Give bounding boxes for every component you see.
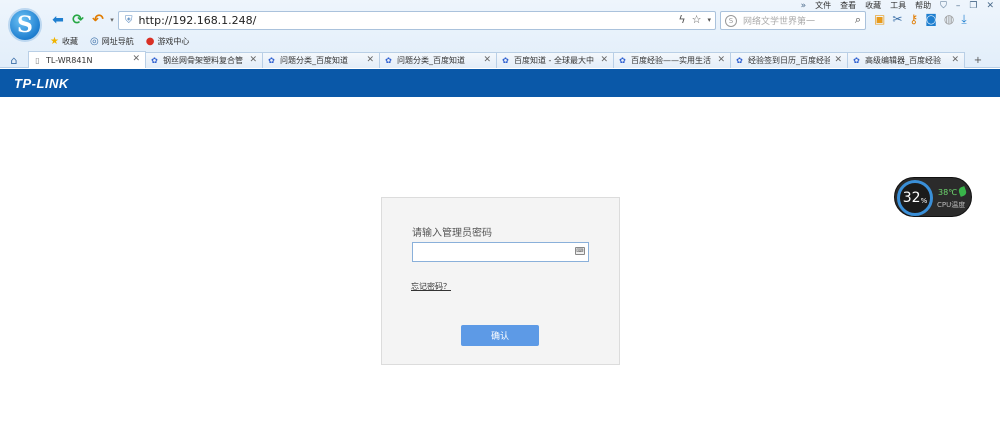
password-input[interactable] [412, 242, 589, 262]
confirm-button[interactable]: 确认 [461, 325, 539, 346]
close-tab-icon[interactable]: ✕ [366, 55, 374, 65]
cpu-temp-label: CPU温度 [937, 201, 966, 209]
tab-strip: ⌂ ▯ TL-WR841N ✕ ✿ 钢丝网骨架塑料复合管 ✕ ✿ 问题分类_百度… [0, 51, 1000, 68]
menu-favorites[interactable]: 收藏 [865, 0, 881, 11]
bookmark-games[interactable]: ● 游戏中心 [146, 36, 190, 47]
tab-item[interactable]: ✿ 钢丝网骨架塑料复合管 ✕ [145, 52, 263, 68]
tab-item[interactable]: ✿ 百度知道 - 全球最大中 ✕ [496, 52, 614, 68]
scissors-icon[interactable]: ✂ [892, 12, 902, 27]
star-icon: ★ [50, 36, 59, 47]
cpu-temperature: 38℃ [938, 188, 958, 197]
paw-icon: ✿ [151, 56, 158, 65]
page-header: TP-LINK [0, 69, 1000, 97]
paw-icon: ✿ [502, 56, 509, 65]
tab-title: 钢丝网骨架塑料复合管 [163, 56, 243, 65]
skin-icon[interactable]: » [801, 1, 807, 11]
cpu-usage-value: 32 [902, 190, 921, 206]
key-icon[interactable]: ⚷ [909, 12, 918, 27]
tab-item[interactable]: ✿ 问题分类_百度知道 ✕ [379, 52, 497, 68]
close-tab-icon[interactable]: ✕ [600, 55, 608, 65]
bookmark-nav[interactable]: ◎ 网址导航 [90, 36, 134, 47]
search-placeholder: 网络文学世界第一 [743, 17, 816, 27]
tab-item[interactable]: ✿ 百度经验——实用生活 ✕ [613, 52, 731, 68]
shirt-icon[interactable]: ⛉ [940, 1, 947, 11]
sidebar-icon[interactable]: ▣ [874, 12, 885, 27]
paw-icon: ✿ [853, 56, 860, 65]
tab-title: 经验签到日历_百度经验 [748, 56, 830, 65]
paw-icon: ✿ [619, 56, 626, 65]
menu-help[interactable]: 帮助 [915, 0, 931, 11]
menu-tools[interactable]: 工具 [890, 0, 906, 11]
tab-item[interactable]: ✿ 问题分类_百度知道 ✕ [262, 52, 380, 68]
close-tab-icon[interactable]: ✕ [951, 55, 959, 65]
close-tab-icon[interactable]: ✕ [834, 55, 842, 65]
tab-title: 百度经验——实用生活 [631, 56, 711, 65]
tab-title: 问题分类_百度知道 [280, 56, 348, 65]
globe-icon: ◎ [89, 36, 99, 47]
bookmark-favorites[interactable]: ★ 收藏 [50, 36, 78, 47]
tab-tl-wr841n[interactable]: ▯ TL-WR841N ✕ [28, 51, 146, 68]
new-tab-button[interactable]: + [964, 52, 992, 68]
cpu-usage-gauge: 32% [897, 180, 933, 216]
menu-bar: » 文件 查看 收藏 工具 帮助 ⛉ – ❐ ✕ [801, 0, 994, 11]
shield-icon: ⛨ [125, 15, 133, 26]
menu-view[interactable]: 查看 [840, 0, 856, 11]
brand-logo: TP-LINK [14, 76, 69, 91]
app-icon[interactable]: ◙ [925, 12, 937, 27]
paw-icon: ✿ [268, 56, 275, 65]
dropdown-icon[interactable]: ▾ [707, 13, 711, 28]
address-input[interactable]: http://192.168.1.248/ [139, 14, 257, 27]
bookmarks-bar: ★ 收藏 ◎ 网址导航 ● 游戏中心 [50, 35, 189, 48]
close-tab-icon[interactable]: ✕ [249, 55, 257, 65]
minimize-button[interactable]: – [956, 1, 961, 11]
keyboard-icon[interactable]: ⌨ [575, 247, 585, 255]
home-icon[interactable]: ⌂ [0, 52, 28, 68]
forgot-password-link[interactable]: 忘记密码？ [411, 281, 451, 292]
lightning-icon[interactable]: ϟ [678, 13, 685, 28]
close-tab-icon[interactable]: ✕ [132, 54, 140, 64]
login-card: 请输入管理员密码 ⌨ 忘记密码？ 确认 [381, 197, 620, 365]
menu-file[interactable]: 文件 [815, 0, 831, 11]
tab-title: 问题分类_百度知道 [397, 56, 465, 65]
tab-title: 百度知道 - 全球最大中 [514, 56, 594, 65]
tab-title: TL-WR841N [46, 55, 93, 65]
tab-item[interactable]: ✿ 高级编辑器_百度经验 ✕ [847, 52, 965, 68]
back-button[interactable]: ⬅ [50, 12, 66, 28]
bookmark-label: 网址导航 [101, 37, 134, 46]
paw-icon: ✿ [736, 56, 743, 65]
address-bar[interactable]: ⛨ http://192.168.1.248/ ϟ ☆ ▾ [118, 11, 716, 30]
search-engine-icon[interactable]: S [725, 14, 737, 27]
toolbar-icons: ▣ ✂ ⚷ ◙ ◍ ⤓ [874, 12, 967, 27]
bookmark-label: 游戏中心 [157, 37, 190, 46]
restore-button[interactable]: ❐ [969, 1, 977, 11]
close-window-button[interactable]: ✕ [986, 1, 994, 11]
cpu-widget[interactable]: 32% 38℃ CPU温度 [894, 177, 972, 217]
download-icon[interactable]: ⤓ [961, 12, 966, 27]
cpu-usage-unit: % [920, 196, 928, 205]
page-icon: ▯ [35, 55, 40, 65]
star-icon[interactable]: ☆ [692, 13, 702, 28]
refresh-button[interactable]: ⟳ [70, 12, 86, 28]
search-icon[interactable]: ⌕ [855, 13, 861, 27]
tab-item[interactable]: ✿ 经验签到日历_百度经验 ✕ [730, 52, 848, 68]
leaf-icon [957, 186, 968, 197]
browser-logo-icon[interactable]: S [8, 8, 42, 42]
bookmark-label: 收藏 [61, 37, 78, 46]
close-tab-icon[interactable]: ✕ [483, 55, 491, 65]
paw-icon: ✿ [385, 56, 392, 65]
tab-title: 高级编辑器_百度经验 [865, 56, 941, 65]
gear-icon[interactable]: ◍ [944, 12, 954, 27]
game-icon: ● [145, 36, 155, 47]
close-tab-icon[interactable]: ✕ [717, 55, 725, 65]
browser-chrome: » 文件 查看 收藏 工具 帮助 ⛉ – ❐ ✕ S ⬅ ⟳ ↶ ▾ ⛨ htt… [0, 0, 1000, 68]
password-label: 请输入管理员密码 [412, 228, 492, 239]
search-box[interactable]: S 网络文学世界第一 ⌕ [720, 11, 866, 30]
